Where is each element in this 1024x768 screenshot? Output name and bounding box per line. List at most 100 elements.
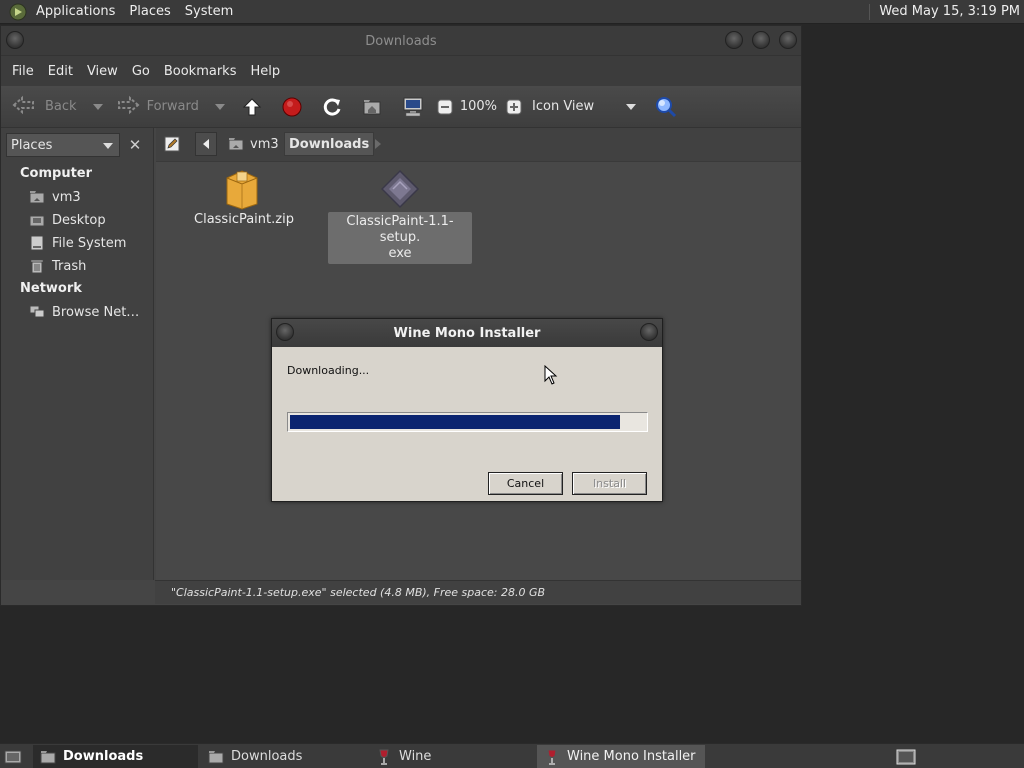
file-name: ClassicPaint.zip: [194, 212, 294, 227]
breadcrumb-label: vm3: [250, 136, 279, 152]
back-history-dropdown[interactable]: [92, 103, 103, 110]
up-arrow-icon: [242, 97, 262, 115]
sidebar-heading-computer: Computer: [20, 166, 93, 181]
zoom-in-button[interactable]: [506, 92, 522, 122]
dialog-titlebar[interactable]: Wine Mono Installer: [272, 319, 662, 347]
home-folder-icon: [363, 99, 381, 114]
menu-help[interactable]: Help: [243, 64, 287, 79]
show-desktop-button[interactable]: [0, 745, 26, 768]
search-button[interactable]: [654, 92, 678, 122]
show-desktop-icon: [4, 750, 22, 763]
reload-button[interactable]: [321, 92, 343, 122]
computer-icon: [403, 97, 423, 116]
sidebar-type-select[interactable]: Places: [6, 133, 120, 157]
sidebar-item-label: Trash: [52, 258, 87, 274]
task-wine-mono-installer[interactable]: Wine Mono Installer: [537, 745, 705, 768]
file-item-classicpaint-zip[interactable]: ClassicPaint.zip: [194, 168, 294, 228]
file-name-line2: exe: [388, 246, 412, 261]
reload-icon: [323, 98, 341, 116]
panel-separator: [869, 3, 871, 20]
sidebar: Places ✕ Computer vm3 Desktop File Syste…: [1, 128, 154, 580]
back-button[interactable]: Back: [11, 92, 77, 122]
chevron-right-icon: [375, 139, 381, 149]
maximize-button[interactable]: [752, 31, 770, 49]
stop-button[interactable]: [281, 92, 303, 122]
clock[interactable]: Wed May 15, 3:19 PM: [879, 4, 1020, 19]
menu-edit[interactable]: Edit: [41, 64, 80, 79]
home-folder-icon: [228, 138, 244, 151]
breadcrumb-scroll-left[interactable]: [195, 132, 217, 156]
install-button[interactable]: Install: [572, 472, 647, 495]
places-menu[interactable]: Places: [122, 4, 177, 19]
breadcrumb-vm3[interactable]: vm3: [222, 132, 285, 156]
download-progress-bar: [287, 412, 648, 432]
chevron-left-icon: [203, 139, 209, 149]
computer-button[interactable]: [401, 92, 425, 122]
sidebar-close-icon[interactable]: ✕: [124, 133, 146, 157]
task-downloads[interactable]: Downloads: [201, 745, 366, 768]
menu-view[interactable]: View: [80, 64, 125, 79]
cancel-button[interactable]: Cancel: [488, 472, 563, 495]
file-item-classicpaint-setup-exe[interactable]: ClassicPaint-1.1-setup. exe: [328, 168, 472, 264]
wine-glass-icon: [376, 749, 392, 765]
progress-fill: [290, 415, 621, 429]
menu-file[interactable]: File: [5, 64, 41, 79]
file-manager-titlebar[interactable]: Downloads: [1, 26, 801, 56]
menu-go[interactable]: Go: [125, 64, 157, 79]
sidebar-item-label: vm3: [52, 189, 81, 205]
sidebar-item-browse-network[interactable]: Browse Net…: [29, 302, 139, 322]
view-mode-select[interactable]: Icon View: [532, 99, 594, 114]
home-button[interactable]: [361, 92, 383, 122]
workspace-icon: [896, 749, 916, 764]
drive-icon: [29, 235, 45, 251]
network-icon: [29, 304, 45, 320]
zoom-in-icon: [506, 99, 522, 114]
edit-location-button[interactable]: [161, 132, 183, 156]
sidebar-item-label: Browse Net…: [52, 304, 140, 320]
sidebar-item-vm3[interactable]: vm3: [29, 187, 81, 207]
sidebar-item-desktop[interactable]: Desktop: [29, 210, 106, 230]
task-label: Wine: [399, 749, 432, 764]
task-label: Downloads: [231, 749, 303, 764]
trash-icon: [29, 258, 45, 274]
folder-icon: [40, 749, 56, 765]
wine-glass-icon: [544, 749, 560, 765]
up-button[interactable]: [241, 92, 263, 122]
close-button[interactable]: [779, 31, 797, 49]
minimize-button[interactable]: [725, 31, 743, 49]
menu-bar: File Edit View Go Bookmarks Help: [1, 56, 801, 86]
file-name: ClassicPaint-1.1-setup. exe: [328, 212, 472, 264]
stop-icon: [282, 97, 302, 116]
archive-icon: [194, 168, 289, 212]
menu-bookmarks[interactable]: Bookmarks: [157, 64, 244, 79]
zoom-out-icon: [437, 99, 453, 114]
dialog-close-button[interactable]: [640, 323, 658, 341]
window-title: Downloads: [365, 34, 437, 49]
search-icon: [656, 96, 677, 117]
zoom-out-button[interactable]: [437, 92, 453, 122]
forward-history-dropdown[interactable]: [214, 103, 225, 110]
forward-button[interactable]: Forward: [115, 92, 199, 122]
breadcrumb-scroll-right[interactable]: [371, 132, 385, 156]
sidebar-item-file-system[interactable]: File System: [29, 233, 126, 253]
task-label: Downloads: [63, 749, 144, 764]
toolbar: Back Forward 100% Icon View: [1, 86, 801, 128]
sidebar-heading-network: Network: [20, 281, 82, 296]
applications-menu[interactable]: Applications: [29, 4, 122, 19]
pencil-icon: [164, 136, 180, 152]
forward-label: Forward: [146, 99, 199, 114]
applications-logo-icon[interactable]: [7, 1, 29, 23]
workspace-switcher[interactable]: [892, 745, 918, 768]
task-downloads-active[interactable]: Downloads: [33, 745, 198, 768]
sidebar-item-trash[interactable]: Trash: [29, 256, 86, 276]
breadcrumb-downloads[interactable]: Downloads: [284, 132, 375, 156]
file-manager-window: Downloads File Edit View Go Bookmarks He…: [0, 25, 802, 606]
sidebar-item-label: File System: [52, 235, 127, 251]
task-wine[interactable]: Wine: [369, 745, 534, 768]
location-bar: vm3 Downloads: [156, 128, 801, 162]
mouse-pointer-icon: [544, 365, 558, 385]
status-text: "ClassicPaint-1.1-setup.exe" selected (4…: [171, 586, 546, 599]
system-menu[interactable]: System: [178, 4, 240, 19]
view-mode-dropdown-arrow[interactable]: [626, 103, 637, 110]
wine-mono-installer-dialog: Wine Mono Installer Downloading... Cance…: [271, 318, 663, 502]
